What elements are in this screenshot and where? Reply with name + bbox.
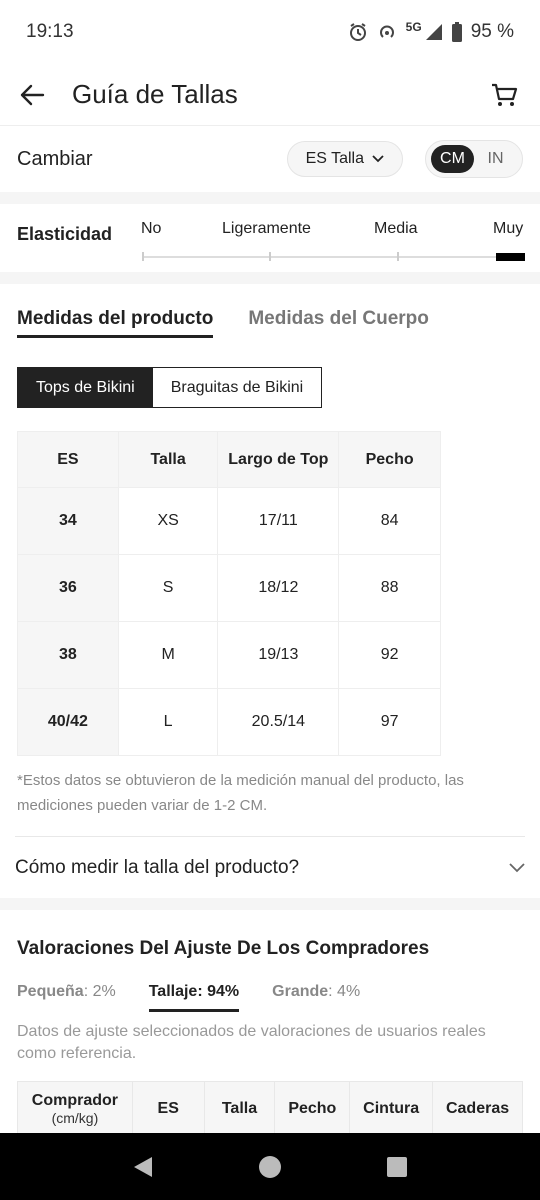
table-cell: M	[117, 621, 219, 689]
battery-icon	[451, 22, 462, 42]
fit-tab-key: Tallaje:	[148, 983, 203, 1000]
elasticity-option-slight: Ligeramente	[222, 220, 311, 237]
fit-tabs: Pequeña: 2% Tallaje: 94% Grande: 4%	[17, 980, 360, 1012]
measurement-note: *Estos datos se obtuvieron de la medició…	[17, 772, 464, 814]
elasticity-option-no: No	[141, 220, 162, 237]
fit-data-note: Datos de ajuste seleccionados de valorac…	[17, 1023, 486, 1062]
table-cell: 18/12	[217, 554, 340, 622]
column-header-unit: (cm/kg)	[51, 1109, 99, 1126]
nav-recents-icon[interactable]	[386, 1156, 408, 1178]
back-button[interactable]	[0, 64, 64, 126]
table-header-row: ES Talla Largo de Top Pecho	[17, 431, 441, 488]
hotspot-icon	[379, 25, 394, 38]
size-system-value: ES Talla	[305, 150, 364, 167]
top-app-bar: Guía de Tallas	[0, 64, 540, 126]
elasticity-tick	[397, 252, 399, 261]
page-title: Guía de Tallas	[72, 79, 238, 109]
how-to-measure-label: Cómo medir la talla del producto?	[15, 856, 300, 878]
arrow-left-icon	[20, 84, 45, 105]
unit-change-row: Cambiar ES Talla CM IN	[0, 126, 540, 192]
segment-bikini-tops[interactable]: Tops de Bikini	[18, 368, 153, 407]
nav-back-icon[interactable]	[132, 1155, 154, 1179]
signal-icon	[425, 24, 442, 40]
elasticity-tick	[269, 252, 271, 261]
section-divider	[0, 192, 540, 204]
status-icons: 5G 95 %	[348, 20, 514, 43]
table-row: 34 XS 17/11 84	[17, 487, 441, 555]
change-label: Cambiar	[17, 147, 93, 170]
section-divider	[0, 272, 540, 284]
fit-tab-true-size[interactable]: Tallaje: 94%	[148, 980, 240, 1012]
chevron-down-icon	[372, 155, 384, 163]
elasticity-label: Elasticidad	[17, 224, 113, 244]
table-cell: 36	[17, 554, 119, 622]
table-cell: 88	[338, 554, 441, 622]
column-header: Talla	[203, 1081, 276, 1136]
chevron-down-icon	[509, 862, 525, 872]
elasticity-track	[142, 256, 525, 258]
column-header: ES	[131, 1081, 205, 1136]
table-row: 36 S 18/12 88	[17, 554, 441, 622]
table-cell: 97	[338, 688, 441, 756]
elasticity-tick	[142, 252, 144, 261]
size-table: ES Talla Largo de Top Pecho 34 XS 17/11 …	[17, 431, 441, 756]
table-cell: XS	[117, 487, 219, 555]
table-cell: 38	[17, 621, 119, 689]
table-cell: 84	[338, 487, 441, 555]
tab-product-measurements[interactable]: Medidas del producto	[17, 298, 214, 338]
column-header: Comprador (cm/kg)	[17, 1081, 133, 1136]
column-header: Pecho	[338, 431, 441, 488]
table-cell: 40/42	[17, 688, 119, 756]
size-system-select[interactable]: ES Talla	[286, 141, 403, 177]
measurement-tabs: Medidas del producto Medidas del Cuerpo	[17, 298, 429, 338]
fit-tab-value: 94%	[207, 983, 240, 1000]
segment-bikini-bottoms[interactable]: Braguitas de Bikini	[152, 368, 322, 407]
status-time: 19:13	[26, 21, 74, 42]
column-header: Caderas	[432, 1081, 523, 1136]
cart-button[interactable]	[474, 64, 534, 126]
how-to-measure-row[interactable]: Cómo medir la talla del producto?	[15, 836, 525, 898]
table-cell: 20.5/14	[217, 688, 340, 756]
elasticity-option-medium: Media	[374, 220, 418, 237]
column-header: Cintura	[349, 1081, 434, 1136]
column-header-label: Comprador	[31, 1091, 119, 1109]
table-header-row: Comprador (cm/kg) ES Talla Pecho Cintura …	[17, 1081, 523, 1136]
column-header: Largo de Top	[217, 431, 340, 488]
fit-tab-key: Grande	[272, 983, 329, 1000]
elasticity-selected-marker	[496, 253, 525, 261]
fit-reviews-title: Valoraciones Del Ajuste De Los Comprador…	[17, 938, 430, 959]
table-cell: L	[117, 688, 219, 756]
elasticity-scale: Elasticidad No Ligeramente Media Muy	[0, 204, 540, 272]
table-cell: 92	[338, 621, 441, 689]
tab-body-measurements[interactable]: Medidas del Cuerpo	[248, 298, 429, 338]
unit-cm-option[interactable]: CM	[431, 145, 474, 173]
table-cell: 19/13	[217, 621, 340, 689]
fit-tab-small[interactable]: Pequeña: 2%	[17, 980, 116, 1012]
table-cell: 34	[17, 487, 119, 555]
section-divider	[0, 898, 540, 910]
column-header: Pecho	[274, 1081, 351, 1136]
unit-toggle[interactable]: CM IN	[425, 140, 523, 178]
alarm-icon	[349, 23, 366, 41]
buyer-table: Comprador (cm/kg) ES Talla Pecho Cintura …	[17, 1081, 523, 1136]
table-cell: S	[117, 554, 219, 622]
fit-tab-value: 4%	[337, 983, 361, 1000]
table-row: 40/42 L 20.5/14 97	[17, 688, 441, 756]
unit-in-option[interactable]: IN	[474, 145, 517, 173]
cart-icon	[492, 83, 518, 106]
status-bar: 19:13 5G 95 %	[0, 0, 540, 64]
fit-tab-key: Pequeña	[17, 983, 84, 1000]
system-nav-bar	[0, 1133, 540, 1200]
fit-tab-value: 2%	[92, 983, 116, 1000]
battery-label: 95 %	[470, 21, 514, 42]
network-label: 5G	[405, 20, 422, 34]
fit-tab-large[interactable]: Grande: 4%	[272, 980, 360, 1012]
elasticity-option-very: Muy	[493, 220, 524, 237]
column-header: Talla	[117, 431, 219, 488]
product-type-segment: Tops de Bikini Braguitas de Bikini	[17, 367, 323, 408]
table-cell: 17/11	[217, 487, 340, 555]
nav-home-icon[interactable]	[258, 1155, 282, 1179]
column-header: ES	[17, 431, 119, 488]
table-row: 38 M 19/13 92	[17, 621, 441, 689]
